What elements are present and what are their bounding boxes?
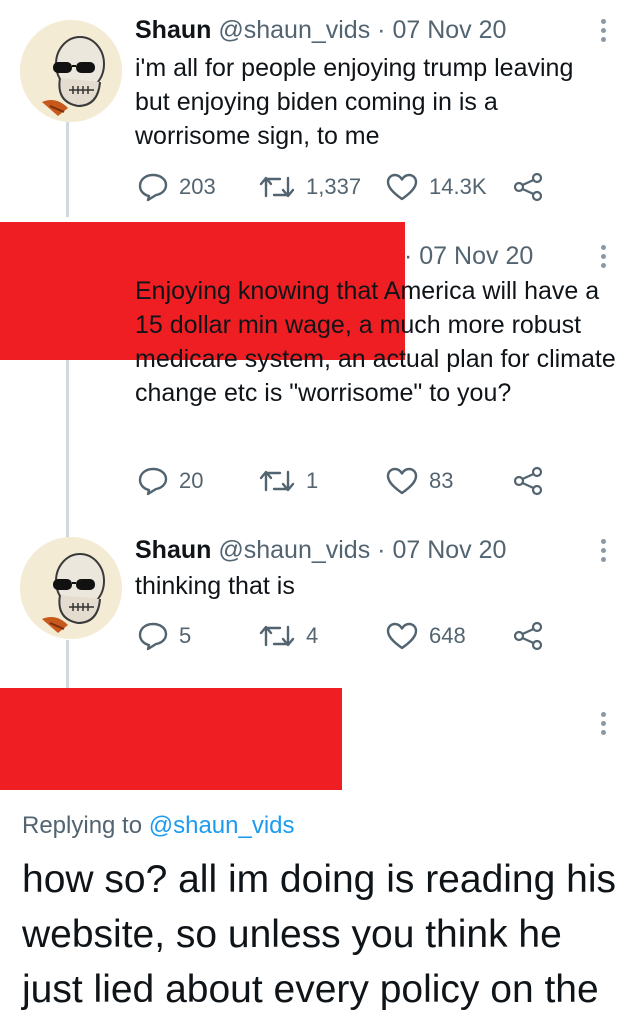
share-icon [513,172,543,202]
retweet-icon [259,470,295,492]
reply-icon [138,173,168,202]
tweet-date[interactable]: 07 Nov 20 [419,242,533,270]
thread-line [66,360,69,540]
like-action[interactable]: 83 [385,466,453,496]
separator: · [370,536,393,564]
separator: · [370,16,393,44]
heart-icon [386,622,418,650]
retweet-count: 1,337 [306,174,362,199]
share-icon [513,621,543,651]
like-action[interactable]: 648 [385,621,466,651]
share-action[interactable] [512,466,544,496]
tweet-header: · 07 Nov 20 [404,241,533,271]
like-action[interactable]: 14.3K [385,172,487,202]
more-options-icon[interactable] [601,19,607,46]
replying-to-label: Replying to [22,812,149,839]
reply-action[interactable]: 203 [137,172,216,202]
retweet-icon [259,625,295,647]
share-action[interactable] [512,621,544,651]
share-action[interactable] [512,172,544,202]
tweet-header: Shaun @shaun_vids · 07 Nov 20 [135,15,506,45]
reply-count: 20 [179,468,204,493]
separator: · [404,242,420,270]
tweet-date[interactable]: 07 Nov 20 [392,536,506,564]
tweet-text: Enjoying knowing that America will have … [135,277,616,407]
like-count: 648 [429,623,466,648]
tweet-text: i'm all for people enjoying trump leavin… [135,54,574,150]
reply-icon [138,467,168,496]
replying-to: Replying to @shaun_vids [22,812,295,840]
avatar[interactable] [20,20,122,122]
share-icon [513,466,543,496]
like-count: 14.3K [429,174,487,199]
author-name[interactable]: Shaun [135,16,211,44]
focused-tweet-text: how so? all im doing is reading his webs… [22,858,616,1011]
retweet-action[interactable]: 4 [258,621,318,651]
more-options-icon[interactable] [601,245,607,272]
thread-line [66,640,69,690]
more-options-icon[interactable] [601,539,607,566]
retweet-count: 1 [306,468,319,493]
redacted-author-block [0,688,342,790]
like-count: 83 [429,468,454,493]
thread-line [66,122,69,217]
reply-action[interactable]: 5 [137,621,191,651]
retweet-count: 4 [306,623,319,648]
tweet-header: Shaun @shaun_vids · 07 Nov 20 [135,535,506,565]
reply-action[interactable]: 20 [137,466,203,496]
heart-icon [386,467,418,495]
tweet-text: thinking that is [135,572,295,600]
replying-to-handle[interactable]: @shaun_vids [149,812,295,839]
heart-icon [386,173,418,201]
retweet-icon [259,176,295,198]
author-name[interactable]: Shaun [135,536,211,564]
reply-count: 5 [179,623,192,648]
retweet-action[interactable]: 1 [258,466,318,496]
tweet-date[interactable]: 07 Nov 20 [392,16,506,44]
reply-count: 203 [179,174,216,199]
avatar[interactable] [20,537,122,639]
reply-icon [138,622,168,651]
retweet-action[interactable]: 1,337 [258,172,361,202]
author-handle[interactable]: @shaun_vids [218,536,370,564]
more-options-icon[interactable] [601,712,607,739]
author-handle[interactable]: @shaun_vids [218,16,370,44]
